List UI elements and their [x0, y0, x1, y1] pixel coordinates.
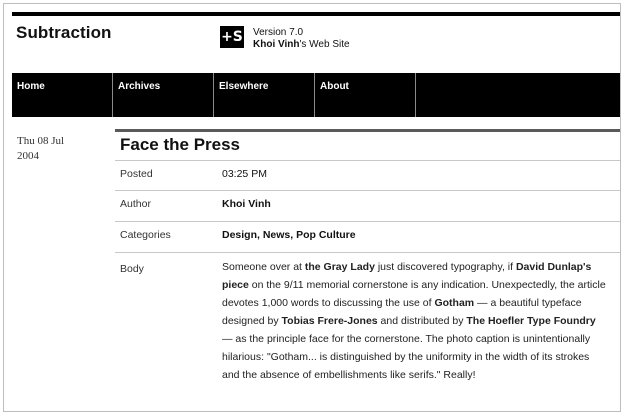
version-block: Version 7.0 Khoi Vinh's Web Site — [253, 27, 350, 51]
author-label: Author — [120, 198, 151, 210]
body-text-6: — as the principle face for the cornerst… — [222, 333, 591, 381]
link-tobias-frere-jones[interactable]: Tobias Frere-Jones — [282, 315, 378, 327]
link-hoefler-type-foundry[interactable]: The Hoefler Type Foundry — [466, 315, 595, 327]
posted-label: Posted — [120, 168, 153, 180]
nav-archives[interactable]: Archives — [113, 73, 214, 117]
categories-label: Categories — [120, 229, 171, 241]
entry-rule — [115, 129, 620, 132]
site-owner-suffix: 's Web Site — [299, 39, 350, 50]
body-text-1: Someone over at — [222, 261, 305, 273]
subtraction-logo-icon[interactable]: +S — [220, 26, 244, 48]
body-text-5: and distributed by — [377, 315, 467, 327]
categories-links[interactable]: Design, News, Pop Culture — [222, 229, 609, 241]
body-text-2: just discovered typography, if — [374, 261, 516, 273]
posted-value: 03:25 PM — [222, 168, 267, 180]
body-label: Body — [120, 263, 144, 275]
page-frame: Subtraction +S Version 7.0 Khoi Vinh's W… — [3, 3, 621, 412]
nav-about[interactable]: About — [315, 73, 416, 117]
link-gotham[interactable]: Gotham — [434, 297, 474, 309]
entry-title[interactable]: Face the Press — [120, 135, 240, 155]
top-rule — [12, 12, 620, 16]
entry-date: Thu 08 Jul 2004 — [17, 134, 97, 164]
site-owner-line: Khoi Vinh's Web Site — [253, 39, 350, 51]
site-title[interactable]: Subtraction — [16, 23, 112, 43]
entry-date-day: Thu 08 Jul — [17, 135, 65, 147]
posted-row: Posted 03:25 PM — [115, 160, 620, 191]
main-nav: Home Archives Elsewhere About — [12, 73, 620, 117]
categories-row: Categories Design, News, Pop Culture — [115, 221, 620, 253]
entry-body: Someone over at the Gray Lady just disco… — [222, 258, 609, 384]
entry-date-year: 2004 — [17, 150, 39, 162]
nav-empty-cell — [416, 73, 611, 117]
nav-elsewhere[interactable]: Elsewhere — [214, 73, 315, 117]
author-row: Author Khoi Vinh — [115, 190, 620, 222]
site-owner: Khoi Vinh — [253, 39, 300, 50]
version-label: Version 7.0 — [253, 27, 304, 38]
author-link[interactable]: Khoi Vinh — [222, 198, 609, 210]
link-gray-lady[interactable]: the Gray Lady — [305, 261, 375, 273]
nav-home[interactable]: Home — [12, 73, 113, 117]
body-row: Body Someone over at the Gray Lady just … — [115, 252, 620, 411]
